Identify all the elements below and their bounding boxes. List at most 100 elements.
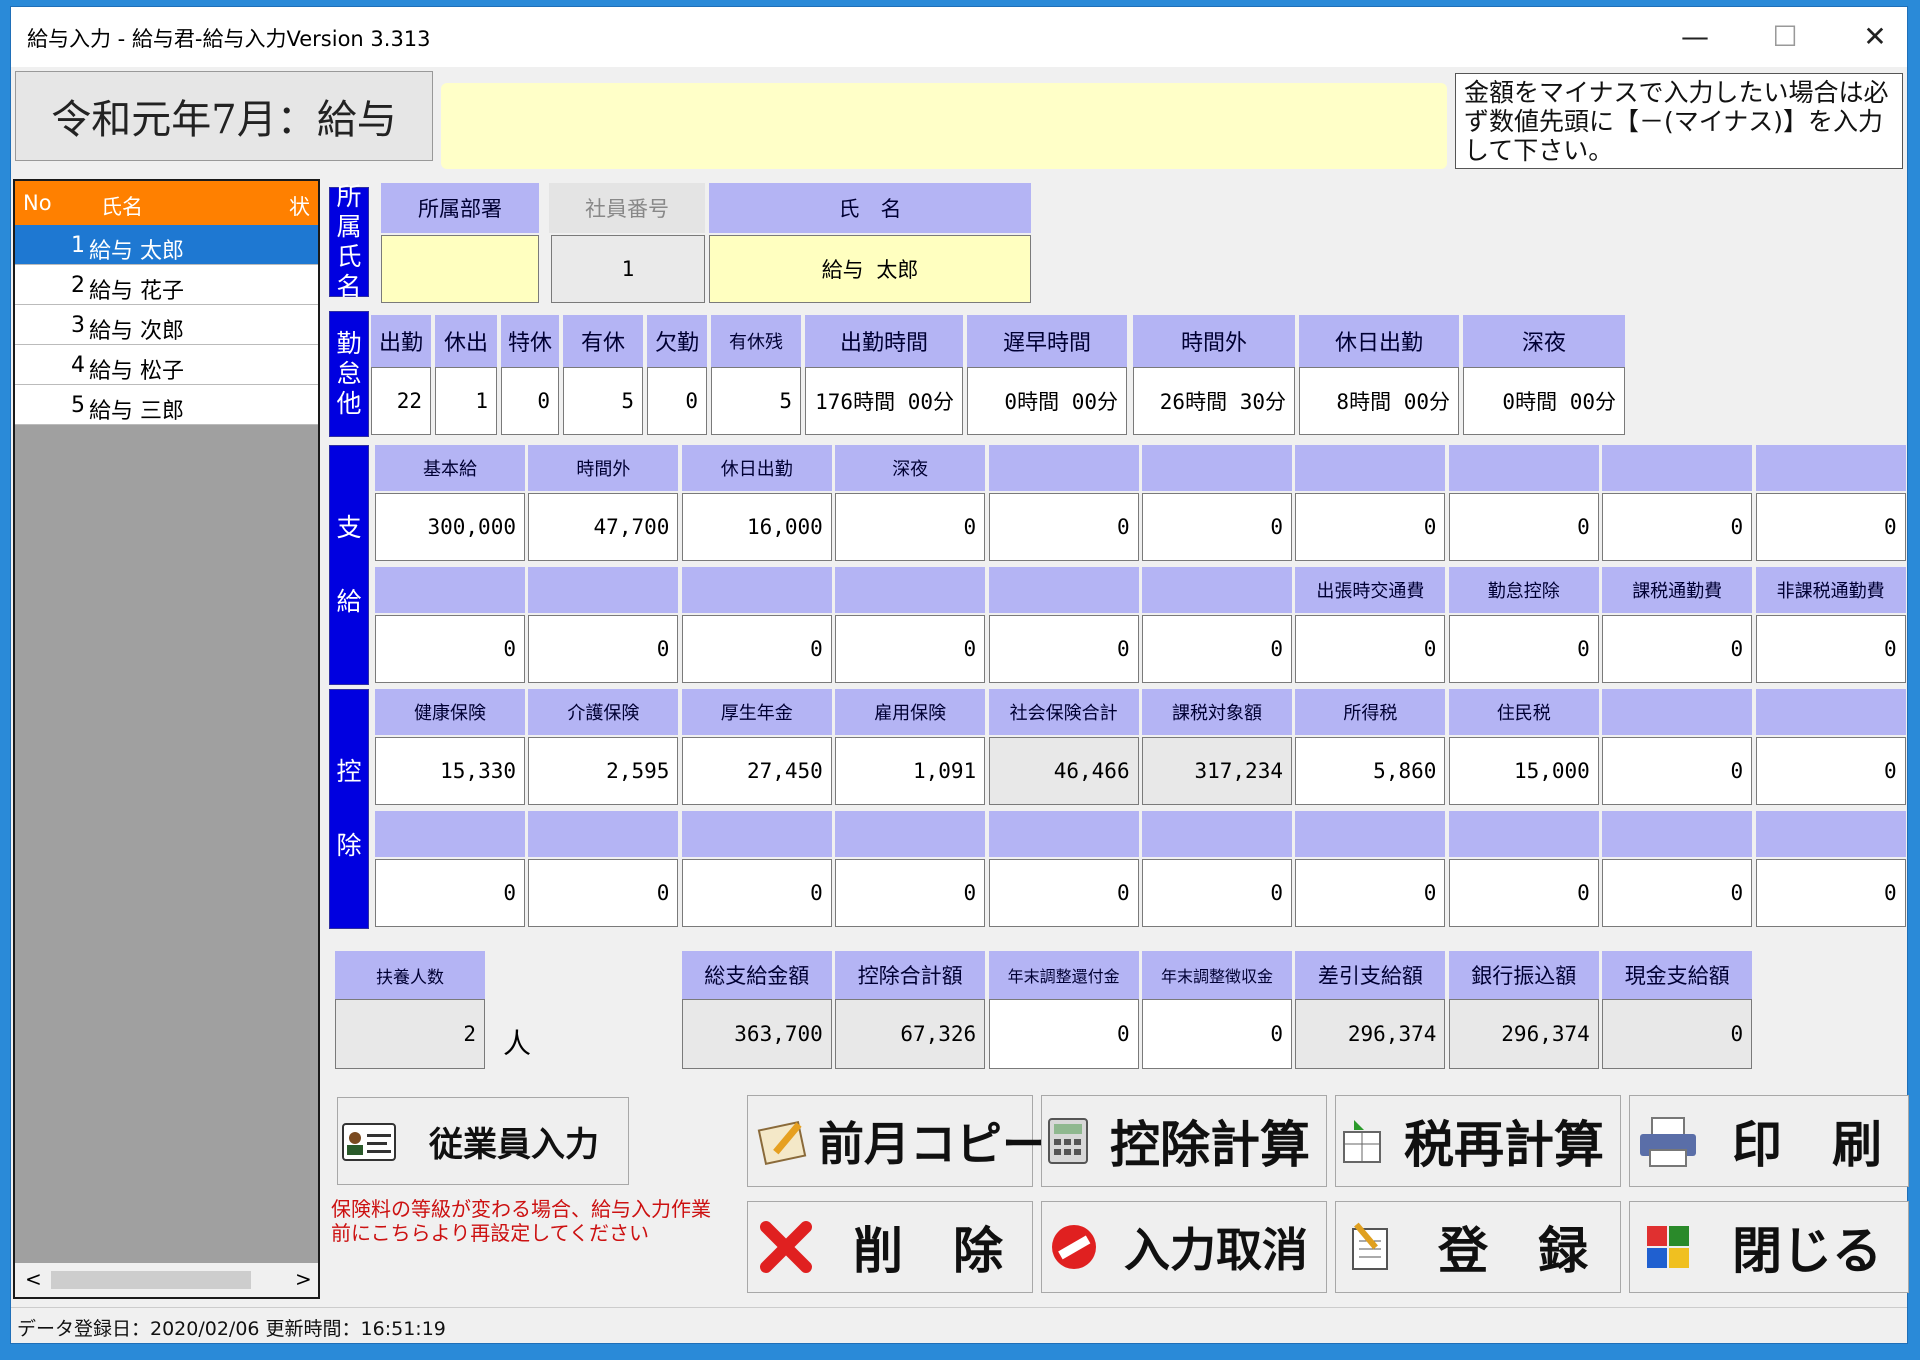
amount-field[interactable]: 0 <box>1295 615 1446 683</box>
amount-field[interactable]: 0 <box>1448 859 1599 927</box>
scroll-right-icon[interactable]: > <box>295 1267 312 1291</box>
scroll-thumb[interactable] <box>51 1271 251 1289</box>
list-item-name: 給与 次郎 <box>89 319 184 344</box>
minimize-icon[interactable]: — <box>1667 17 1723 57</box>
summary-label: 控除合計額 <box>835 951 986 999</box>
attendance-field[interactable]: 5 <box>563 367 643 435</box>
attendance-field[interactable]: 0時間 00分 <box>967 367 1127 435</box>
amount-field[interactable]: 0 <box>988 493 1139 561</box>
dept-field[interactable] <box>381 235 539 303</box>
amount-field[interactable]: 0 <box>1602 859 1753 927</box>
dependents-field: 2 <box>335 999 485 1069</box>
list-item[interactable]: 2 給与 花子 <box>15 265 318 305</box>
title-bar: 給与入力 - 給与君-給与入力Version 3.313 — ☐ ✕ <box>11 7 1907 67</box>
amount-field[interactable]: 0 <box>1755 859 1906 927</box>
amount-field[interactable]: 0 <box>681 615 832 683</box>
blank-label <box>1448 811 1599 857</box>
blank-label <box>1755 811 1906 857</box>
amount-field[interactable]: 16,000 <box>681 493 832 561</box>
field-label: 非課税通勤費 <box>1755 567 1906 613</box>
summary-field: 296,374 <box>1295 999 1446 1069</box>
summary-label: 差引支給額 <box>1295 951 1446 999</box>
amount-field[interactable]: 0 <box>988 859 1139 927</box>
list-item-no: 3 <box>71 313 85 338</box>
register-button[interactable]: 登 録 <box>1335 1201 1621 1293</box>
prev-month-copy-button[interactable]: 前月コピー <box>747 1095 1048 1187</box>
amount-field[interactable]: 0 <box>375 615 525 683</box>
close-icon[interactable]: ✕ <box>1847 17 1903 57</box>
attendance-field[interactable]: 8時間 00分 <box>1299 367 1459 435</box>
amount-field[interactable]: 0 <box>1602 615 1753 683</box>
blank-label <box>375 567 525 613</box>
summary-field[interactable]: 0 <box>988 999 1139 1069</box>
amount-field[interactable]: 0 <box>1755 737 1906 805</box>
attendance-field[interactable]: 0 <box>501 367 559 435</box>
field-label: 住民税 <box>1448 689 1599 735</box>
amount-field[interactable]: 27,450 <box>681 737 832 805</box>
attendance-field[interactable]: 0 <box>647 367 707 435</box>
summary-field[interactable]: 0 <box>1142 999 1292 1069</box>
blank-label <box>1602 445 1753 491</box>
attendance-label: 深夜 <box>1463 315 1625 367</box>
status-text: データ登録日：2020/02/06 更新時間：16:51:19 <box>17 1318 446 1340</box>
app-window: 給与入力 - 給与君-給与入力Version 3.313 — ☐ ✕ 令和元年7… <box>10 6 1909 1344</box>
cancel-input-button[interactable]: 入力取消 <box>1041 1201 1327 1293</box>
list-item[interactable]: 1 給与 太郎 <box>15 225 318 265</box>
amount-field[interactable]: 0 <box>835 615 986 683</box>
attendance-field[interactable]: 22 <box>371 367 431 435</box>
deduction-calc-button[interactable]: 控除計算 <box>1041 1095 1327 1187</box>
amount-field[interactable]: 0 <box>1295 493 1446 561</box>
print-button[interactable]: 印 刷 <box>1629 1095 1909 1187</box>
list-header-status: 状 <box>289 195 310 219</box>
amount-field[interactable]: 0 <box>1602 737 1753 805</box>
amount-field[interactable]: 0 <box>1602 493 1753 561</box>
amount-field[interactable]: 47,700 <box>528 493 679 561</box>
list-scrollbar[interactable]: < > <box>15 1263 318 1297</box>
employee-name-field[interactable]: 給与 太郎 <box>709 235 1031 303</box>
summary-label: 年末調整還付金 <box>988 951 1139 999</box>
delete-button[interactable]: 削 除 <box>747 1201 1033 1293</box>
amount-field[interactable]: 1,091 <box>835 737 986 805</box>
period-label: 令和元年7月：給与 <box>15 71 433 161</box>
scroll-left-icon[interactable]: < <box>25 1267 42 1291</box>
close-button[interactable]: 閉じる <box>1629 1201 1909 1293</box>
tax-recalc-button[interactable]: 税再計算 <box>1335 1095 1621 1187</box>
attendance-field[interactable]: 176時間 00分 <box>805 367 963 435</box>
maximize-icon[interactable]: ☐ <box>1757 17 1813 57</box>
list-item[interactable]: 5 給与 三郎 <box>15 385 318 425</box>
amount-field[interactable]: 0 <box>835 859 986 927</box>
field-label: 雇用保険 <box>835 689 986 735</box>
list-item[interactable]: 4 給与 松子 <box>15 345 318 385</box>
field-label: 出張時交通費 <box>1295 567 1446 613</box>
amount-field[interactable]: 0 <box>988 615 1139 683</box>
amount-field[interactable]: 5,860 <box>1295 737 1446 805</box>
amount-field[interactable]: 0 <box>1142 615 1292 683</box>
amount-field[interactable]: 0 <box>528 859 679 927</box>
attendance-field[interactable]: 26時間 30分 <box>1133 367 1295 435</box>
amount-field[interactable]: 300,000 <box>375 493 525 561</box>
amount-field[interactable]: 0 <box>1755 493 1906 561</box>
amount-field[interactable]: 0 <box>835 493 986 561</box>
amount-field[interactable]: 0 <box>1448 615 1599 683</box>
amount-field[interactable]: 0 <box>1295 859 1446 927</box>
attendance-field[interactable]: 5 <box>711 367 801 435</box>
blank-label <box>681 567 832 613</box>
section-attendance: 勤怠他 <box>329 311 369 437</box>
amount-field[interactable]: 0 <box>528 615 679 683</box>
amount-field[interactable]: 0 <box>375 859 525 927</box>
amount-field[interactable]: 15,330 <box>375 737 525 805</box>
amount-field[interactable]: 0 <box>1142 493 1292 561</box>
amount-field[interactable]: 0 <box>1142 859 1292 927</box>
amount-field[interactable]: 15,000 <box>1448 737 1599 805</box>
register-button-label: 登 録 <box>1438 1221 1588 1280</box>
amount-field[interactable]: 0 <box>1448 493 1599 561</box>
amount-field[interactable]: 0 <box>1755 615 1906 683</box>
list-item[interactable]: 3 給与 次郎 <box>15 305 318 345</box>
employee-input-button[interactable]: 従業員入力 <box>337 1097 629 1185</box>
attendance-field[interactable]: 1 <box>435 367 497 435</box>
attendance-field[interactable]: 0時間 00分 <box>1463 367 1625 435</box>
blank-label <box>988 567 1139 613</box>
amount-field[interactable]: 0 <box>681 859 832 927</box>
amount-field[interactable]: 2,595 <box>528 737 679 805</box>
section-char: 給 <box>336 587 362 616</box>
